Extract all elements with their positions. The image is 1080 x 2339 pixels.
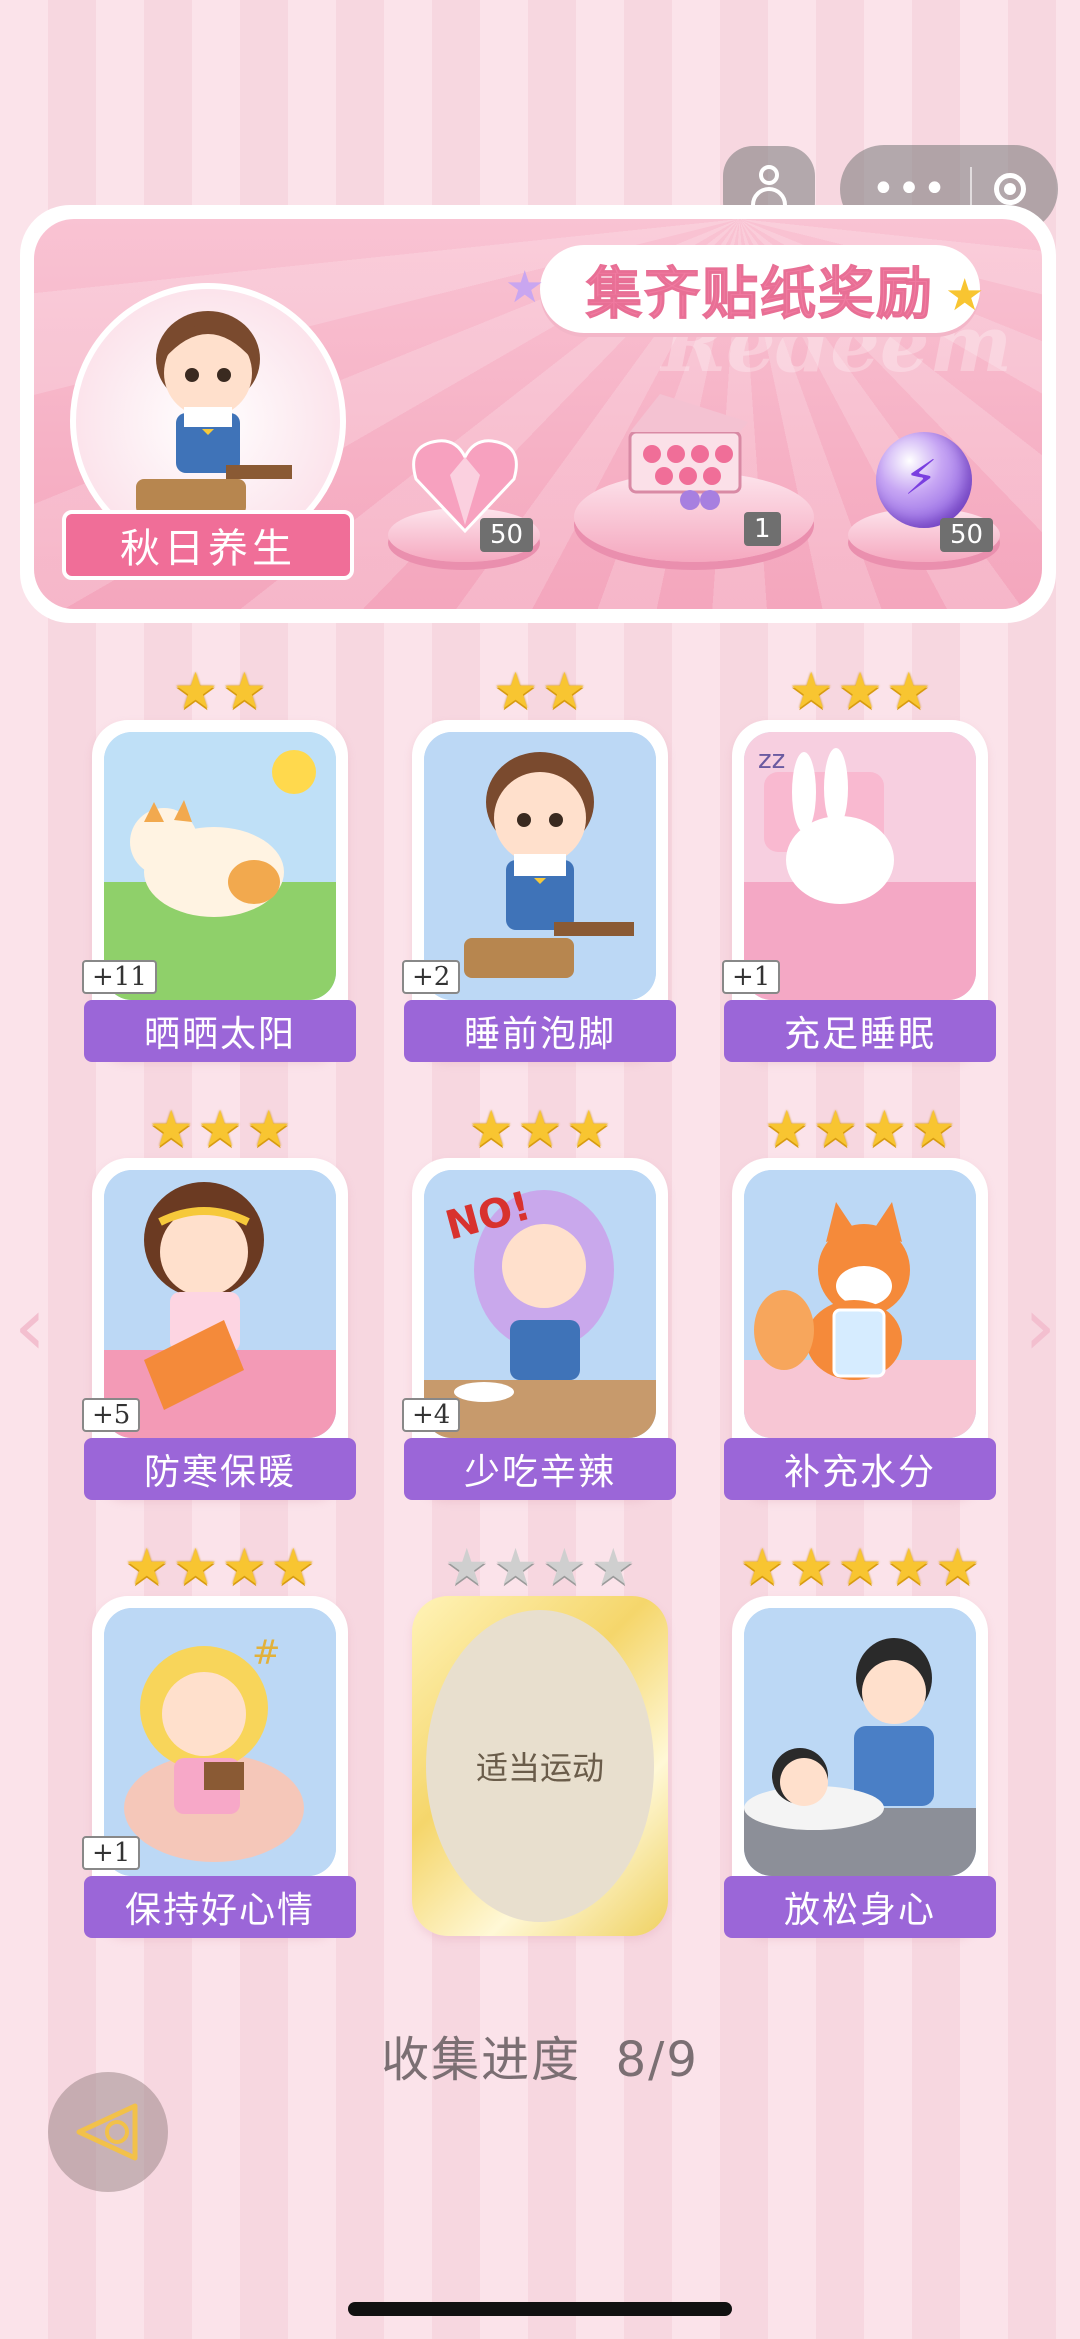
card-stars: ★ ★ ★ ★ (732, 1104, 988, 1154)
star-icon: ★ (270, 1538, 316, 1596)
sticker-label: 充足睡眠 (724, 1000, 996, 1062)
sticker-count: +11 (82, 960, 157, 994)
sticker-card[interactable]: 睡前泡脚 +2 (402, 720, 676, 1062)
card-stars: ★ ★ ★ (412, 1104, 668, 1154)
star-icon: ★ (886, 1538, 932, 1596)
sticker-illustration: zz (744, 732, 976, 1000)
gold-star-icon: ★ (945, 270, 985, 321)
star-icon: ★ (493, 662, 538, 720)
sticker-label: 放松身心 (724, 1876, 996, 1938)
card-stars: ★ ★ ★ (732, 666, 988, 716)
sticker-illustration (744, 1170, 976, 1438)
sticker-label: 补充水分 (724, 1438, 996, 1500)
reward-count-2: 1 (744, 512, 781, 546)
back-triangle-icon (76, 2103, 138, 2161)
sticker-card[interactable]: 补充水分 (724, 1158, 996, 1500)
star-icon: ★ (124, 1538, 170, 1596)
card-stars: ★ ★ ★ ★ (92, 1542, 348, 1592)
star-icon: ★ (935, 1538, 981, 1596)
card-stars: ★ ★ ★ ★ (412, 1542, 668, 1592)
star-icon: ★ (813, 1100, 858, 1158)
star-icon: ★ (590, 1538, 636, 1596)
star-icon: ★ (788, 662, 834, 720)
sticker-label: 少吃辛辣 (404, 1438, 676, 1500)
reward-title: 集齐贴纸奖励 (540, 245, 980, 333)
star-icon: ★ (493, 1538, 538, 1596)
theme-label: 秋日养生 (62, 510, 354, 580)
next-page-arrow-icon[interactable]: › (1024, 1280, 1056, 1373)
star-icon: ★ (910, 1100, 956, 1158)
sticker-card[interactable]: 适当运动 (412, 1596, 668, 1936)
star-icon: ★ (148, 1100, 194, 1158)
sticker-illustration: # (104, 1608, 336, 1876)
home-indicator (348, 2302, 732, 2316)
sticker-count: +1 (82, 1836, 141, 1870)
sticker-illustration (104, 1170, 336, 1438)
star-icon: ★ (197, 1100, 243, 1158)
sticker-card[interactable]: 防寒保暖 +5 (82, 1158, 356, 1500)
progress-value: 8/9 (615, 2032, 699, 2088)
star-icon: ★ (542, 1538, 587, 1596)
star-icon: ★ (837, 1538, 883, 1596)
star-icon: ★ (173, 662, 218, 720)
star-icon: ★ (862, 1100, 907, 1158)
star-icon: ★ (222, 662, 267, 720)
sticker-label: 防寒保暖 (84, 1438, 356, 1500)
reward-count-3: 50 (940, 518, 994, 552)
reward-count-1: 50 (480, 518, 534, 552)
sticker-count: +4 (402, 1398, 461, 1432)
energy-orb-icon (876, 432, 972, 528)
star-icon: ★ (739, 1538, 785, 1596)
sticker-count: +5 (82, 1398, 141, 1432)
sticker-label: 睡前泡脚 (404, 1000, 676, 1062)
locked-sticker-label: 适当运动 (426, 1610, 654, 1922)
sticker-card[interactable]: 晒晒太阳 +11 (82, 720, 356, 1062)
svg-text:zz: zz (758, 745, 785, 775)
star-icon: ★ (444, 1538, 490, 1596)
sticker-illustration (424, 732, 656, 1000)
star-icon: ★ (566, 1100, 612, 1158)
card-stars: ★ ★ ★ (92, 1104, 348, 1154)
star-icon: ★ (246, 1100, 292, 1158)
star-icon: ★ (173, 1538, 218, 1596)
sticker-card[interactable]: zz 充足睡眠 +1 (722, 720, 996, 1062)
card-stars: ★ ★ (412, 666, 668, 716)
star-icon: ★ (222, 1538, 267, 1596)
star-icon: ★ (837, 662, 883, 720)
sticker-count: +2 (402, 960, 461, 994)
star-icon: ★ (542, 662, 587, 720)
card-stars: ★ ★ (92, 666, 348, 716)
previous-page-arrow-icon[interactable]: ‹ (14, 1280, 46, 1373)
sticker-illustration: NO! (424, 1170, 656, 1438)
star-icon: ★ (788, 1538, 834, 1596)
sticker-card[interactable]: # 保持好心情 +1 (82, 1596, 356, 1938)
sticker-label: 保持好心情 (84, 1876, 356, 1938)
sticker-card[interactable]: 放松身心 (724, 1596, 996, 1938)
svg-text:#: # (252, 1633, 281, 1673)
star-icon: ★ (468, 1100, 514, 1158)
card-stars: ★ ★ ★ ★ ★ (732, 1542, 988, 1592)
sticker-label: 晒晒太阳 (84, 1000, 356, 1062)
back-button[interactable] (48, 2072, 168, 2192)
star-icon: ★ (764, 1100, 810, 1158)
sticker-illustration (744, 1608, 976, 1876)
sticker-card[interactable]: NO! 少吃辛辣 +4 (402, 1158, 676, 1500)
star-icon: ★ (886, 662, 932, 720)
sticker-count: +1 (722, 960, 781, 994)
purple-star-icon: ★ (505, 262, 545, 313)
star-icon: ★ (517, 1100, 563, 1158)
close-miniprogram-icon[interactable] (994, 173, 1027, 205)
gift-box-icon (628, 394, 748, 510)
collection-progress: 收集进度 8/9 (381, 2032, 699, 2088)
more-menu-icon[interactable]: ••• (872, 169, 949, 209)
